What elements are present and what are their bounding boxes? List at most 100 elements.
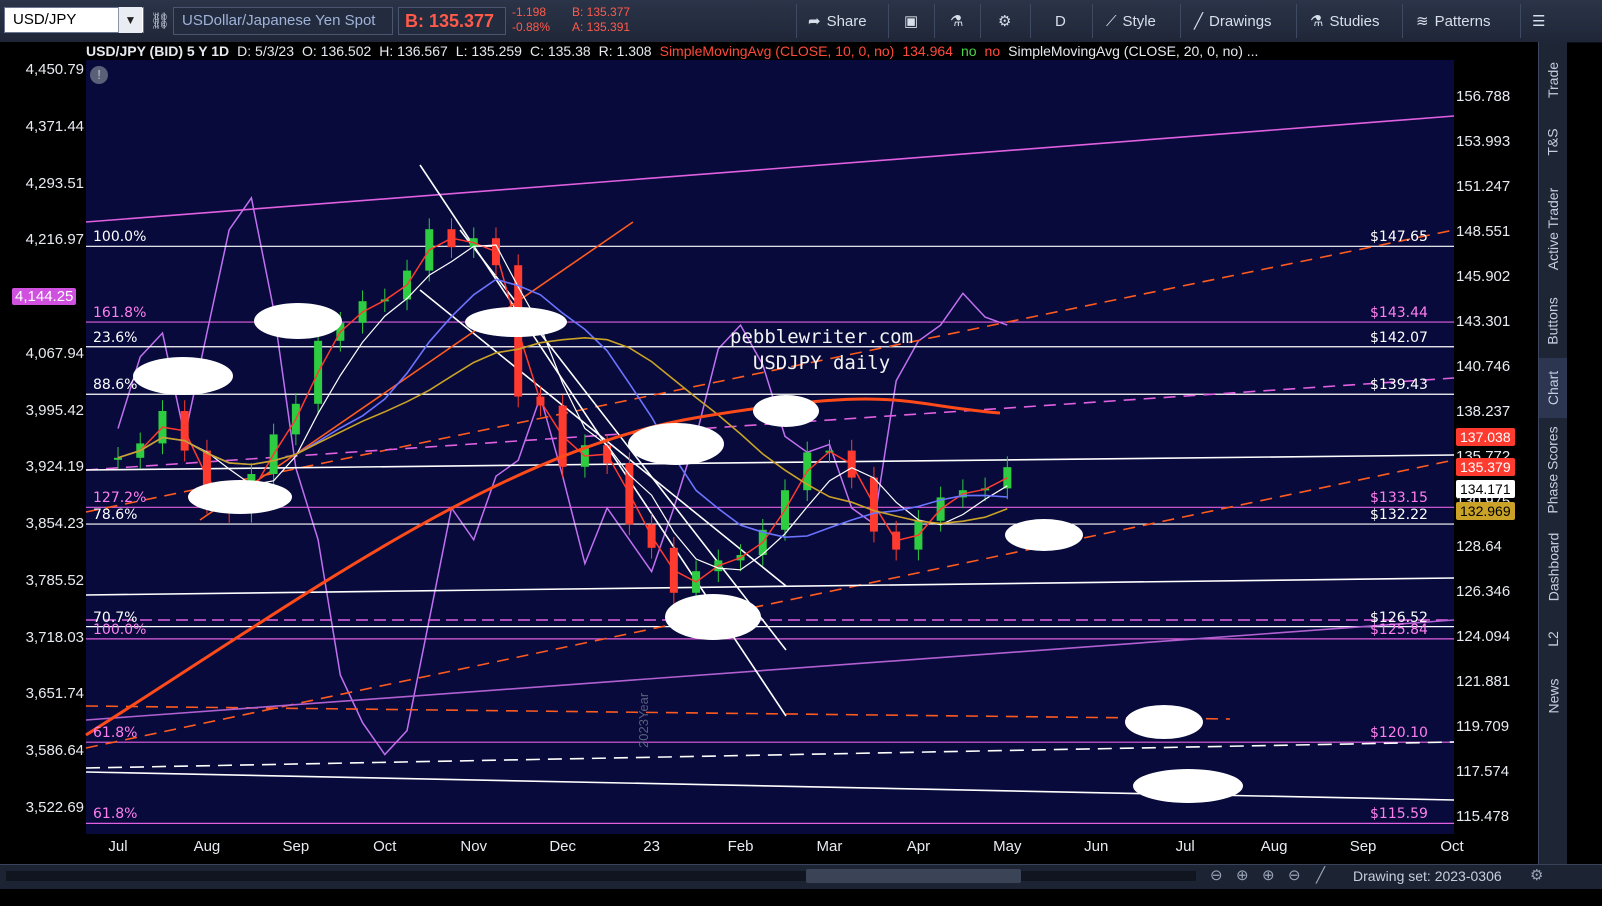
sma200-line <box>85 397 1001 737</box>
watermark-line-2: USDJPY daily <box>752 352 891 374</box>
right-tab-label: Active Trader <box>1545 187 1562 271</box>
highlight-ellipse <box>753 395 819 427</box>
right-tab-phase-scores[interactable]: Phase Scores <box>1539 420 1567 520</box>
right-tab-buttons[interactable]: Buttons <box>1539 286 1567 356</box>
x-axis-tick: May <box>993 838 1022 855</box>
right-tab-t-s[interactable]: T&S <box>1539 112 1567 172</box>
left-axis-tick: 3,522.69 <box>25 799 84 816</box>
right-tab-trade[interactable]: Trade <box>1539 50 1567 110</box>
highlight-ellipse <box>665 594 761 640</box>
alert-icon[interactable]: ! <box>90 66 108 84</box>
sma10-study[interactable]: SimpleMovingAvg (CLOSE, 10, 0, no) <box>660 43 895 59</box>
right-axis-tick: 140.746 <box>1456 358 1511 375</box>
highlight-ellipse <box>465 307 567 337</box>
scrollbar-thumb[interactable] <box>806 869 1021 883</box>
date-readout: D: 5/3/23 <box>237 43 294 59</box>
left-axis-tick: 4,293.51 <box>25 174 84 192</box>
left-axis-tick: 3,785.52 <box>25 571 84 589</box>
x-axis-tick: Jul <box>1175 838 1195 855</box>
fib-level-label: 61.8% <box>93 806 138 823</box>
highlight-ellipse <box>628 423 724 465</box>
right-axis-tick: 124.094 <box>1456 628 1511 645</box>
fib-price-label: $133.15 <box>1370 490 1428 507</box>
no-flag-1: no <box>960 43 977 59</box>
price-tag: 137.038 <box>1456 428 1515 447</box>
low-readout: L: 135.259 <box>455 43 522 59</box>
trend-line <box>85 619 1455 721</box>
fib-level-label: 100.0% <box>93 621 147 638</box>
left-axis-tick: 4,450.79 <box>25 61 84 78</box>
draw-line-icon[interactable]: ╱ <box>1316 866 1325 884</box>
fib-price-label: $120.10 <box>1370 725 1428 742</box>
left-axis-tick: 3,586.64 <box>25 742 84 760</box>
right-tab-label: Buttons <box>1545 297 1562 345</box>
x-axis-tick: Sep <box>282 838 310 855</box>
settings-gear-icon[interactable]: ⚙ <box>1530 866 1543 884</box>
range-readout: R: 1.308 <box>598 43 652 59</box>
x-axis-tick: 23 <box>643 838 660 855</box>
trend-line <box>85 115 1455 223</box>
left-axis-tick: 4,144.25 <box>12 288 77 306</box>
right-tab-label: Trade <box>1545 61 1561 99</box>
left-axis-tick: 3,854.23 <box>25 515 84 533</box>
zoom-reset-icon[interactable]: ⊖ <box>1288 866 1301 884</box>
right-axis-tick: 115.478 <box>1456 808 1510 825</box>
right-tab-news[interactable]: News <box>1539 666 1567 726</box>
watermark: pebblewriter.com USDJPY daily <box>730 324 913 376</box>
crosshair-icon[interactable]: ⊕ <box>1236 866 1249 884</box>
fib-price-label: $139.43 <box>1370 377 1428 394</box>
x-axis-tick: Dec <box>549 838 576 855</box>
x-axis-tick: Jul <box>108 838 128 855</box>
high-readout: H: 136.567 <box>379 43 448 59</box>
year-marker: 2023Year <box>636 692 651 748</box>
fib-price-label: $142.07 <box>1370 329 1428 346</box>
right-axis-tick: 119.709 <box>1456 718 1510 735</box>
right-tab-l2[interactable]: L2 <box>1539 614 1567 664</box>
right-tab-label: Chart <box>1545 370 1562 406</box>
right-axis-tick: 126.346 <box>1456 583 1511 600</box>
fib-level-label: 127.2% <box>93 490 147 507</box>
left-axis-tick: 3,718.03 <box>25 628 84 646</box>
right-tab-label: News <box>1545 678 1562 714</box>
left-axis-tick: 3,995.42 <box>25 401 84 419</box>
chart-info-bar: USD/JPY (BID) 5 Y 1D D: 5/3/23 O: 136.50… <box>86 42 1258 60</box>
left-axis-tick: 4,371.44 <box>25 117 84 135</box>
watermark-line-1: pebblewriter.com <box>730 326 914 348</box>
x-axis-tick: Aug <box>193 838 221 855</box>
no-flag-2: no <box>984 43 1001 59</box>
right-panel: Trade T&S Active Trader Buttons Chart Phase S… <box>1538 42 1567 864</box>
right-axis-tick: 128.64 <box>1456 538 1502 555</box>
right-axis-tick: 156.788 <box>1456 88 1511 105</box>
highlight-ellipse <box>133 357 233 395</box>
fib-level-label: 23.6% <box>93 329 138 346</box>
x-axis-tick: Oct <box>373 838 397 855</box>
right-axis-tick: 151.247 <box>1456 178 1511 195</box>
x-axis-tick: Aug <box>1260 838 1288 855</box>
right-axis-tick: 145.902 <box>1456 268 1511 285</box>
close-readout: C: 135.38 <box>529 43 591 59</box>
right-tab-active-trader[interactable]: Active Trader <box>1539 174 1567 284</box>
zoom-out-icon[interactable]: ⊖ <box>1210 866 1223 884</box>
right-tab-dashboard[interactable]: Dashboard <box>1539 522 1567 612</box>
sma20-study[interactable]: SimpleMovingAvg (CLOSE, 20, 0, no) ... <box>1008 43 1258 59</box>
fib-level-label: 100.0% <box>93 229 147 246</box>
right-axis-tick: 121.881 <box>1456 673 1511 690</box>
x-axis-tick: Jun <box>1084 838 1109 855</box>
right-tab-label: Phase Scores <box>1545 426 1562 514</box>
left-axis-tick: 4,067.94 <box>25 344 84 362</box>
fib-level-label: 78.6% <box>93 507 138 524</box>
right-tab-label: Dashboard <box>1545 532 1561 602</box>
right-axis-tick: 148.551 <box>1456 223 1511 240</box>
highlight-ellipse <box>254 303 342 339</box>
left-axis-tick: 4,216.97 <box>25 231 84 249</box>
highlight-ellipse <box>1125 705 1203 739</box>
highlight-ellipse <box>1005 519 1083 551</box>
fib-price-label: $132.22 <box>1370 507 1428 524</box>
right-tab-label: T&S <box>1544 128 1561 156</box>
right-tab-chart[interactable]: Chart <box>1539 358 1567 418</box>
fib-price-label: $147.65 <box>1370 229 1428 246</box>
candle-body <box>1003 467 1012 489</box>
zoom-in-icon[interactable]: ⊕ <box>1262 866 1275 884</box>
sma10-value: 134.964 <box>902 43 953 59</box>
x-axis-tick: Mar <box>816 838 843 855</box>
